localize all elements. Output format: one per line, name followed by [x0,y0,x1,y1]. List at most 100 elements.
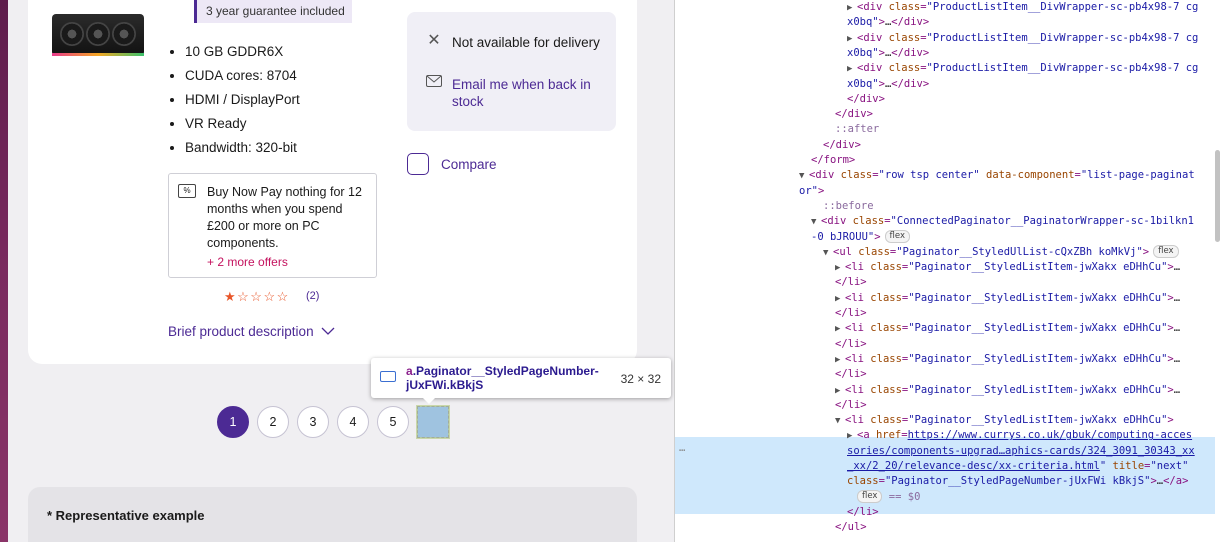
dom-tree-line[interactable]: ▶ <div class="ProductListItem__DivWrapper… [847,0,1198,16]
dom-token: data-component [986,169,1075,182]
dom-tree-line[interactable]: ▶ <a href=https://www.currys.co.uk/gbuk/c… [847,428,1192,444]
dom-token: class [888,31,921,44]
dom-tree-line[interactable]: -0 bJROUU"> flex [811,230,911,245]
dom-token: </div> [891,77,930,90]
dom-tree-line[interactable]: </ul> [835,520,867,535]
dom-tree-line[interactable]: </div> [823,138,861,153]
review-count[interactable]: (2) [306,290,319,302]
tooltip-dimensions: 32 × 32 [620,372,661,386]
dom-token: "Paginator__StyledListItem-jwXakx eDHhCu… [908,291,1168,304]
dom-tree-line[interactable]: ▶ <li class="Paginator__StyledListItem-jw… [835,352,1180,368]
dom-token: "ProductListItem__DivWrapper-sc-pb4x98-7… [926,31,1199,44]
collapsed-arrow-icon[interactable]: ▶ [847,1,857,16]
dom-token: class [888,1,921,13]
page-number[interactable]: 2 [257,406,289,438]
compare-checkbox[interactable] [407,153,429,175]
dom-tree-line[interactable]: x0bq">…</div> [847,15,929,30]
dom-tree-line[interactable]: </li> [835,367,867,382]
dom-token: ::before [823,199,874,212]
collapsed-arrow-icon[interactable]: ▶ [835,353,845,368]
dom-token[interactable]: _xx/2_20/relevance-desc/xx-criteria.html [847,460,1100,472]
dom-tree-line[interactable]: ▼ <div class="ConnectedPaginator__Paginat… [811,214,1194,230]
expanded-arrow-icon[interactable]: ▼ [823,246,833,261]
dom-token[interactable]: sories/components-upgrad…aphics-cards/32… [847,445,1195,457]
dom-token: "ConnectedPaginator__PaginatorWrapper-sc… [890,215,1194,228]
dom-tree-line[interactable]: ▼ <li class="Paginator__StyledListItem-jw… [835,413,1174,429]
collapsed-arrow-icon[interactable]: ▶ [847,62,857,77]
dom-tree-line[interactable]: x0bq">…</div> [847,46,929,61]
scrollbar[interactable] [1215,150,1220,242]
dom-tree-line[interactable]: ▶ <div class="ProductListItem__DivWrapper… [847,31,1198,47]
dom-tree-line[interactable]: ▶ <li class="Paginator__StyledListItem-jw… [835,321,1180,337]
dom-token: > [1142,245,1150,258]
dom-tree-line[interactable]: _xx/2_20/relevance-desc/xx-criteria.html… [847,459,1188,474]
spec-item: CUDA cores: 8704 [185,64,300,88]
compare-label[interactable]: Compare [441,157,497,172]
collapsed-arrow-icon[interactable]: ▶ [835,292,845,307]
dom-token: <li [845,322,871,335]
dom-tree-line[interactable]: ▶ <li class="Paginator__StyledListItem-jw… [835,260,1180,276]
dom-tree-line[interactable]: flex == $0 [853,490,920,505]
page-number[interactable]: 1 [217,406,249,438]
flex-badge[interactable]: flex [1153,245,1179,259]
dom-token: </a> [1163,475,1189,488]
dom-tree-line[interactable]: ▶ <li class="Paginator__StyledListItem-jw… [835,291,1180,307]
dom-tree-line[interactable]: </div> [835,107,873,122]
more-offers-link[interactable]: + 2 more offers [207,255,288,269]
flex-badge[interactable]: flex [884,230,911,243]
dom-token: > [817,184,825,197]
dom-tree-line[interactable]: </li> [835,306,867,321]
star-rating: ★☆☆☆☆ [224,289,290,304]
flex-badge[interactable]: flex [857,490,883,504]
dom-token: class [840,169,873,182]
expanded-arrow-icon[interactable]: ▼ [799,169,809,184]
dom-token: </div> [847,92,885,105]
collapsed-arrow-icon[interactable]: ▶ [835,261,845,276]
brief-description-label: Brief product description [168,324,314,339]
dom-tree-line[interactable]: </li> [835,275,867,290]
product-image[interactable] [52,14,144,56]
collapsed-arrow-icon[interactable]: ▶ [847,32,857,47]
dom-tree-line[interactable]: ::after [835,122,879,137]
dom-token: … [1173,291,1181,304]
delivery-status: Not available for delivery [452,35,600,50]
dom-tree-line[interactable]: </li> [847,505,879,520]
dom-token: </li> [835,276,867,289]
dom-tree-line[interactable]: </form> [811,153,855,168]
dom-token[interactable]: https://www.currys.co.uk/gbuk/computing-… [908,429,1192,441]
node-options-dots[interactable]: … [679,441,685,456]
dom-tree-line[interactable]: ▼ <div class="row tsp center" data-compon… [799,168,1195,184]
dom-tree-line[interactable]: ▶ <li class="Paginator__StyledListItem-jw… [835,383,1180,399]
dom-token: class [847,475,879,488]
mail-icon [425,74,443,92]
brief-description-toggle[interactable]: Brief product description [168,324,335,339]
dom-token: "next" [1150,460,1189,472]
collapsed-arrow-icon[interactable]: ▶ [847,429,857,444]
expanded-arrow-icon[interactable]: ▼ [835,414,845,429]
dom-token: "Paginator__StyledUlList-cQxZBh koMkVj" [896,245,1143,258]
page-number[interactable]: 3 [297,406,329,438]
dom-tree-line[interactable]: x0bq">…</div> [847,77,929,92]
dom-token: <li [845,291,871,304]
dom-token: x0bq" [847,77,879,90]
expanded-arrow-icon[interactable]: ▼ [811,215,821,230]
dom-token: "ProductListItem__DivWrapper-sc-pb4x98-7… [926,1,1199,13]
page-number[interactable]: 4 [337,406,369,438]
dom-tree-line[interactable]: sories/components-upgrad…aphics-cards/32… [847,444,1195,459]
dom-tree-line[interactable]: class="Paginator__StyledPageNumber-jUxFW… [847,474,1188,489]
dom-tree-line[interactable]: ::before [823,199,874,214]
spec-item: 10 GB GDDR6X [185,40,300,64]
next-page-button-highlighted[interactable] [416,405,450,439]
page-number[interactable]: 5 [377,406,409,438]
collapsed-arrow-icon[interactable]: ▶ [835,384,845,399]
collapsed-arrow-icon[interactable]: ▶ [835,322,845,337]
dom-tree-line[interactable]: or"> [799,184,824,199]
dom-tree-line[interactable]: </li> [835,398,867,413]
email-back-in-stock-link[interactable]: Email me when back in stock [452,76,602,110]
dom-tree-line[interactable]: </li> [835,337,867,352]
dom-tree-line[interactable]: ▶ <div class="ProductListItem__DivWrapper… [847,61,1198,77]
dom-token: </div> [823,138,861,151]
dom-tree-line[interactable]: </div> [847,92,885,107]
dom-tree-line[interactable]: ▼ <ul class="Paginator__StyledUlList-cQxZ… [823,245,1179,261]
tooltip-tag: a [406,364,413,378]
